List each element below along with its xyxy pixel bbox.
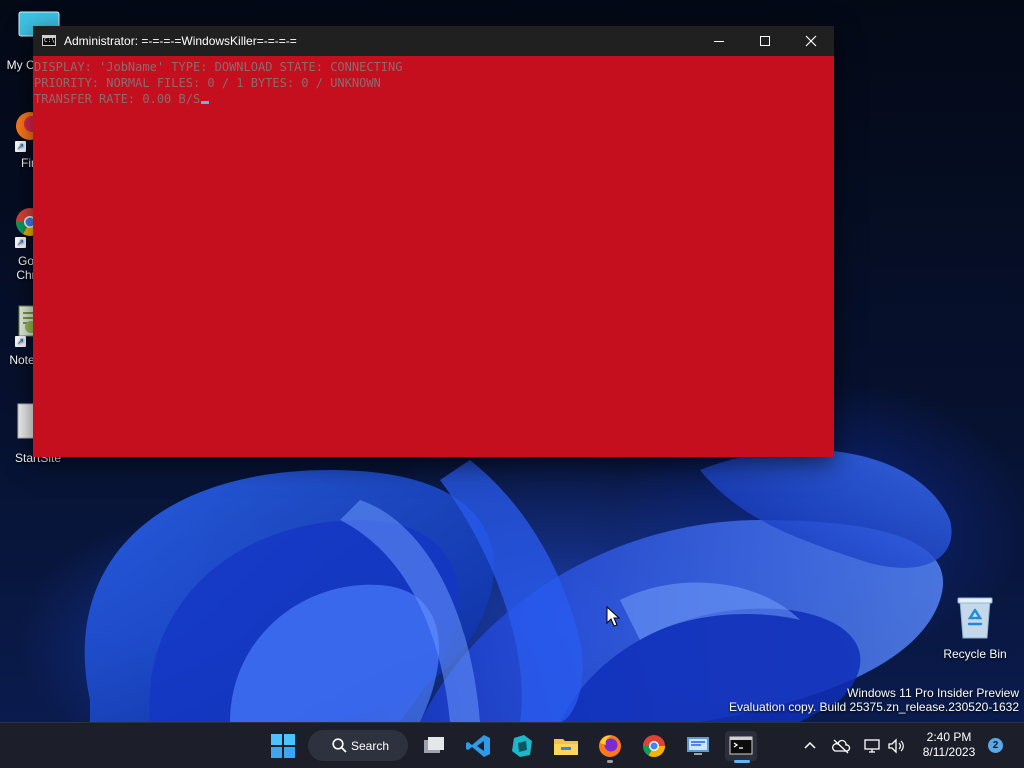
terminal-button[interactable]	[725, 731, 757, 763]
firefox-button[interactable]	[594, 731, 626, 763]
recycle-bin-label: Recycle Bin	[943, 647, 1007, 661]
remote-desktop-icon	[687, 737, 709, 755]
window-titlebar[interactable]: C:\ Administrator: =-=-=-=WindowsKiller=…	[33, 26, 834, 56]
task-view-button[interactable]	[418, 731, 450, 761]
text-cursor	[201, 101, 210, 104]
start-icon	[271, 734, 295, 758]
watermark-line-2: Evaluation copy. Build 25375.zn_release.…	[729, 700, 1019, 714]
maximize-icon	[760, 36, 770, 46]
chrome-icon	[643, 735, 665, 757]
console-line-last: TRANSFER RATE: 0.00 B/S	[34, 91, 834, 107]
close-button[interactable]	[788, 26, 834, 56]
notification-badge[interactable]: 2	[988, 738, 1003, 753]
firefox-icon	[599, 735, 621, 757]
console-line-text: TRANSFER RATE: 0.00 B/S	[34, 92, 201, 106]
onedrive-icon[interactable]	[831, 736, 851, 756]
chrome-button[interactable]	[638, 731, 670, 761]
shortcut-arrow-icon: ↗	[15, 336, 26, 347]
shortcut-arrow-icon: ↗	[15, 141, 26, 152]
clock-time: 2:40 PM	[926, 730, 972, 744]
minimize-icon	[714, 41, 724, 42]
active-indicator	[734, 760, 750, 763]
vscode-icon	[466, 735, 490, 757]
console-window[interactable]: C:\ Administrator: =-=-=-=WindowsKiller=…	[33, 26, 834, 457]
edge-dev-icon	[512, 735, 532, 757]
file-explorer-button[interactable]	[550, 731, 582, 761]
console-output[interactable]: DISPLAY: 'JobName' TYPE: DOWNLOAD STATE:…	[33, 57, 834, 457]
console-line: DISPLAY: 'JobName' TYPE: DOWNLOAD STATE:…	[34, 60, 403, 74]
taskbar-search[interactable]: Search	[308, 730, 408, 761]
taskbar-clock[interactable]: 2:40 PM 8/11/2023	[912, 730, 986, 760]
edge-dev-button[interactable]	[506, 731, 538, 761]
taskbar: Search 2:40 PM 8/11/2023 2	[0, 722, 1024, 768]
shortcut-arrow-icon: ↗	[15, 237, 26, 248]
clock-date: 8/11/2023	[922, 745, 976, 759]
minimize-button[interactable]	[696, 26, 742, 56]
recycle-bin-icon	[957, 596, 993, 640]
terminal-icon	[729, 736, 753, 755]
task-view-icon	[424, 737, 444, 753]
close-icon	[805, 35, 817, 47]
search-label: Search	[351, 739, 390, 753]
maximize-button[interactable]	[742, 26, 788, 56]
network-icon[interactable]	[862, 736, 882, 756]
console-line: PRIORITY: NORMAL FILES: 0 / 1 BYTES: 0 /…	[34, 76, 381, 90]
volume-icon[interactable]	[886, 736, 906, 756]
mouse-pointer-icon	[606, 606, 620, 627]
vscode-button[interactable]	[462, 731, 494, 761]
running-indicator	[607, 760, 613, 763]
search-icon	[332, 738, 347, 753]
evaluation-watermark: Windows 11 Pro Insider Preview Evaluatio…	[729, 686, 1019, 714]
window-title: Administrator: =-=-=-=WindowsKiller=-=-=…	[64, 34, 297, 48]
chevron-up-icon[interactable]	[800, 736, 820, 756]
watermark-line-1: Windows 11 Pro Insider Preview	[847, 686, 1019, 700]
cmd-icon: C:\	[42, 35, 56, 46]
file-explorer-icon	[554, 739, 578, 755]
remote-desktop-button[interactable]	[682, 731, 714, 761]
start-button[interactable]	[267, 731, 299, 761]
